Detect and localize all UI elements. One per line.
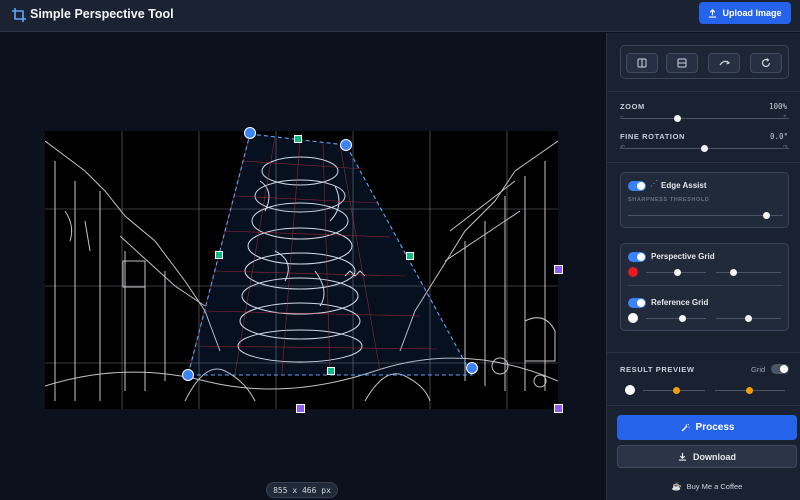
reset-icon	[761, 58, 771, 68]
grids-card: Perspective Grid Reference Grid	[620, 243, 789, 331]
reference-handle-right[interactable]	[554, 265, 563, 274]
perspective-grid-slider-2[interactable]	[716, 272, 781, 273]
zoom-slider-thumb[interactable]	[674, 115, 681, 122]
reference-handle-bottom[interactable]	[296, 404, 305, 413]
download-label: Download	[693, 451, 736, 462]
result-preview-color-swatch[interactable]	[625, 385, 635, 395]
coffee-icon: ☕	[671, 482, 682, 491]
process-button[interactable]: Process	[617, 415, 797, 440]
corner-handle-bottom-left[interactable]	[182, 369, 194, 381]
divider	[607, 162, 800, 163]
upload-image-button[interactable]: Upload Image	[699, 2, 791, 24]
reference-grid-slider-2-thumb[interactable]	[745, 315, 752, 322]
process-label: Process	[695, 422, 735, 433]
zoom-max-tick: +	[783, 114, 787, 120]
fine-rotation-value: 0.0°	[770, 132, 789, 141]
edge-handle-right[interactable]	[406, 252, 414, 260]
divider	[607, 352, 800, 353]
perspective-grid-toggle[interactable]	[628, 252, 646, 262]
edge-detected-image[interactable]	[45, 131, 558, 409]
upload-icon	[709, 8, 717, 18]
zoom-slider[interactable]	[620, 118, 789, 119]
rotate-icon	[719, 60, 730, 66]
upload-image-label: Upload Image	[722, 8, 782, 18]
buy-me-a-coffee-link[interactable]: ☕ Buy Me a Coffee	[627, 482, 787, 491]
corner-handle-top-left[interactable]	[244, 127, 256, 139]
wand-icon	[681, 423, 690, 431]
corner-handle-top-right[interactable]	[340, 139, 352, 151]
edge-assist-card: ⋰ Edge Assist SHARPNESS THRESHOLD	[620, 172, 789, 228]
flip-vertical-icon	[677, 58, 687, 68]
sidebar: ZOOM 100% – + FINE ROTATION 0.0° ↶ ↷ ⋰ E…	[606, 33, 800, 500]
image-overlay	[45, 131, 558, 409]
app-title: Simple Perspective Tool	[30, 7, 174, 21]
flip-horizontal-button[interactable]	[626, 53, 658, 73]
edge-handle-left[interactable]	[215, 251, 223, 259]
image-dimensions-badge: 855 x 466 px	[266, 482, 338, 498]
sparkle-icon: ⋰	[650, 179, 658, 188]
edge-handle-bottom[interactable]	[327, 367, 335, 375]
zoom-min-tick: –	[620, 114, 624, 120]
edge-assist-title: Edge Assist	[661, 181, 707, 190]
result-preview-grid-toggle[interactable]	[771, 364, 789, 374]
divider	[628, 285, 783, 286]
flip-vertical-button[interactable]	[666, 53, 698, 73]
download-button[interactable]: Download	[617, 445, 797, 468]
perspective-grid-title: Perspective Grid	[651, 252, 715, 261]
reference-grid-slider-1[interactable]	[646, 318, 706, 319]
sharpness-threshold-label: SHARPNESS THRESHOLD	[628, 197, 710, 203]
result-preview-slider-1-thumb[interactable]	[673, 387, 680, 394]
perspective-grid-slider-2-thumb[interactable]	[730, 269, 737, 276]
edge-assist-toggle[interactable]	[628, 181, 646, 191]
top-bar: Simple Perspective Tool Upload Image	[0, 0, 800, 32]
perspective-grid-slider-1-thumb[interactable]	[674, 269, 681, 276]
divider	[607, 91, 800, 92]
perspective-grid-color-swatch[interactable]	[628, 267, 638, 277]
result-preview-slider-2-thumb[interactable]	[746, 387, 753, 394]
fine-rotation-slider-thumb[interactable]	[701, 145, 708, 152]
flip-horizontal-icon	[637, 58, 647, 68]
buy-me-a-coffee-label: Buy Me a Coffee	[686, 482, 743, 491]
corner-handle-bottom-right[interactable]	[466, 362, 478, 374]
reference-grid-slider-1-thumb[interactable]	[679, 315, 686, 322]
reference-grid-toggle[interactable]	[628, 298, 646, 308]
canvas-area: 855 x 466 px	[0, 33, 606, 500]
zoom-value: 100%	[769, 102, 788, 111]
zoom-label: ZOOM	[620, 102, 645, 111]
transform-toolbar	[620, 45, 789, 79]
divider	[607, 405, 800, 406]
reference-grid-color-swatch[interactable]	[628, 313, 638, 323]
fine-rotation-label: FINE ROTATION	[620, 132, 686, 141]
edge-handle-top[interactable]	[294, 135, 302, 143]
sharpness-threshold-slider[interactable]	[628, 215, 783, 216]
rotate-button[interactable]	[708, 53, 740, 73]
reset-button[interactable]	[750, 53, 782, 73]
rotate-right-icon: ↷	[783, 145, 789, 151]
sharpness-threshold-thumb[interactable]	[763, 212, 770, 219]
crop-icon	[12, 8, 26, 22]
reference-grid-title: Reference Grid	[651, 298, 709, 307]
rotate-left-icon: ↶	[620, 145, 626, 151]
reference-handle-corner[interactable]	[554, 404, 563, 413]
result-preview-label: RESULT PREVIEW	[620, 365, 695, 374]
download-icon	[678, 452, 687, 461]
result-preview-grid-label: Grid	[751, 365, 766, 374]
